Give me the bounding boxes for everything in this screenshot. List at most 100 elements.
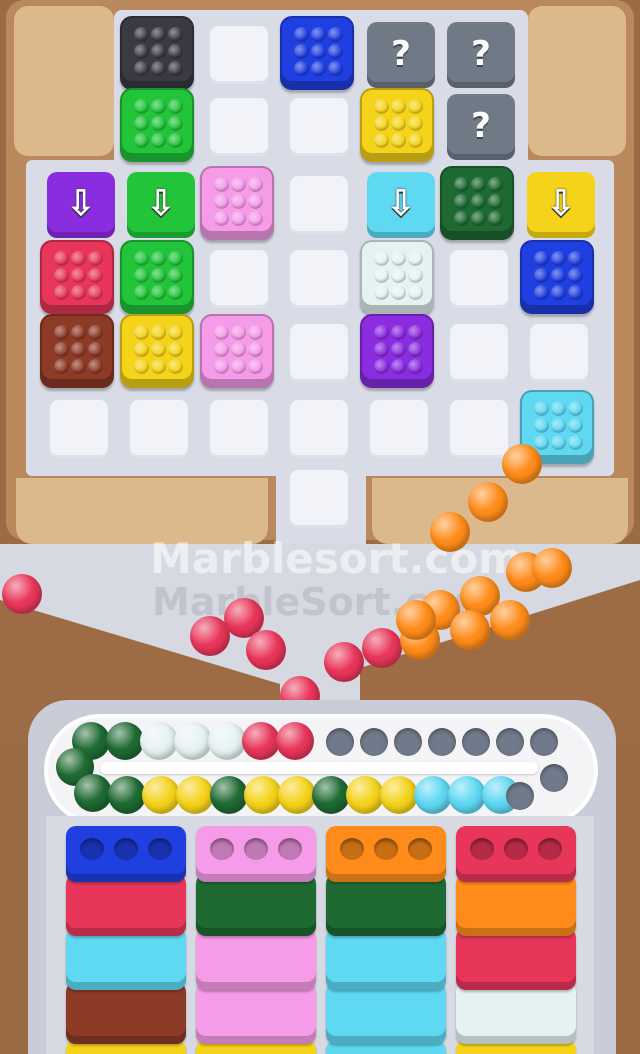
marble-bump xyxy=(168,27,183,42)
marble-hole xyxy=(470,838,494,860)
cyan-marble xyxy=(448,776,486,814)
queued-red-box xyxy=(456,928,576,990)
marble-bump xyxy=(54,359,69,374)
marble-hole xyxy=(80,838,104,860)
active-orange-box[interactable] xyxy=(326,826,446,882)
marble-bump xyxy=(391,116,406,131)
marble-bump xyxy=(231,211,246,226)
dark-green-marble xyxy=(210,776,248,814)
marble-hole xyxy=(538,838,562,860)
marble-bump xyxy=(408,268,423,283)
active-pink-box[interactable] xyxy=(196,826,316,882)
marble-bump xyxy=(374,99,389,114)
arrow-yellow-release-block[interactable]: ⇩ xyxy=(527,172,595,238)
conveyor-divider xyxy=(100,762,538,774)
brown-marble-block[interactable] xyxy=(40,314,114,388)
board-cell xyxy=(210,26,268,84)
marble-bump xyxy=(568,285,583,300)
marble-bump xyxy=(71,285,86,300)
active-red-box[interactable] xyxy=(456,826,576,882)
red-marble xyxy=(276,722,314,760)
pink-marble-block[interactable] xyxy=(200,314,274,388)
marble-bump xyxy=(551,401,566,416)
marble-bump xyxy=(231,177,246,192)
marble-bump xyxy=(294,61,309,76)
pink-marble-block[interactable] xyxy=(200,166,274,240)
marble-bump xyxy=(168,251,183,266)
marble-bump xyxy=(391,325,406,340)
board-cell xyxy=(530,324,588,382)
marble-bump xyxy=(54,268,69,283)
marble-bump xyxy=(151,99,166,114)
empty-marble-slot xyxy=(506,782,534,810)
marble-bump xyxy=(248,325,263,340)
queued-cyan-box xyxy=(66,928,186,990)
yellow-marble-block[interactable] xyxy=(120,314,194,388)
marble-bump xyxy=(231,342,246,357)
arrow-cyan-release-block[interactable]: ⇩ xyxy=(367,172,435,238)
marble-bump xyxy=(151,325,166,340)
board-cell xyxy=(130,400,188,458)
black-marble-block[interactable] xyxy=(120,16,194,90)
queued-pink-box xyxy=(196,928,316,990)
board-cell xyxy=(450,324,508,382)
hidden-block[interactable]: ? xyxy=(367,22,435,88)
question-mark-icon: ? xyxy=(471,34,491,75)
board-cell xyxy=(290,98,348,156)
marble-bump xyxy=(391,99,406,114)
marble-bump xyxy=(168,61,183,76)
hidden-block[interactable]: ? xyxy=(447,22,515,88)
green-marble-block[interactable] xyxy=(120,88,194,162)
marble-bump xyxy=(134,27,149,42)
cyan-marble xyxy=(414,776,452,814)
white-marble xyxy=(174,722,212,760)
green-marble-block[interactable] xyxy=(120,240,194,314)
board-cell xyxy=(210,400,268,458)
marble-bump xyxy=(454,177,469,192)
queued-cyan-box xyxy=(326,982,446,1044)
blue-marble-block[interactable] xyxy=(520,240,594,314)
marble-bump xyxy=(71,359,86,374)
red-marble-block[interactable] xyxy=(40,240,114,314)
marble-bump xyxy=(471,194,486,209)
dark-green-marble xyxy=(108,776,146,814)
marble-bump xyxy=(488,211,503,226)
purple-marble-block[interactable] xyxy=(360,314,434,388)
hidden-block[interactable]: ? xyxy=(447,94,515,160)
marble-bump xyxy=(134,61,149,76)
marble-bump xyxy=(408,359,423,374)
marble-bump xyxy=(454,211,469,226)
arrow-purple-release-block[interactable]: ⇩ xyxy=(47,172,115,238)
blue-marble-block[interactable] xyxy=(280,16,354,90)
queued-brown-box xyxy=(66,982,186,1044)
white-marble-block[interactable] xyxy=(360,240,434,314)
marble-bump xyxy=(231,194,246,209)
marble-bump xyxy=(214,325,229,340)
active-blue-box[interactable] xyxy=(66,826,186,882)
frame-rim-right xyxy=(528,6,626,156)
marble-bump xyxy=(408,251,423,266)
queued-white-box xyxy=(456,982,576,1044)
marble-bump xyxy=(374,342,389,357)
marble-bump xyxy=(231,325,246,340)
yellow-marble xyxy=(346,776,384,814)
marble-bump xyxy=(568,435,583,450)
marble-bump xyxy=(168,325,183,340)
yellow-marble-block[interactable] xyxy=(360,88,434,162)
marble-hole xyxy=(278,838,302,860)
empty-marble-slot xyxy=(360,728,388,756)
dark-green-marble-block[interactable] xyxy=(440,166,514,240)
marble-bump xyxy=(374,325,389,340)
marble-bump xyxy=(551,251,566,266)
empty-marble-slot xyxy=(530,728,558,756)
queued-pink-box xyxy=(196,982,316,1044)
marble-bump xyxy=(408,285,423,300)
marble-bump xyxy=(534,251,549,266)
marble-bump xyxy=(54,342,69,357)
marble-bump xyxy=(391,251,406,266)
marble-bump xyxy=(71,251,86,266)
marble-bump xyxy=(374,116,389,131)
marble-bump xyxy=(248,194,263,209)
marble-bump xyxy=(88,251,103,266)
arrow-green-release-block[interactable]: ⇩ xyxy=(127,172,195,238)
